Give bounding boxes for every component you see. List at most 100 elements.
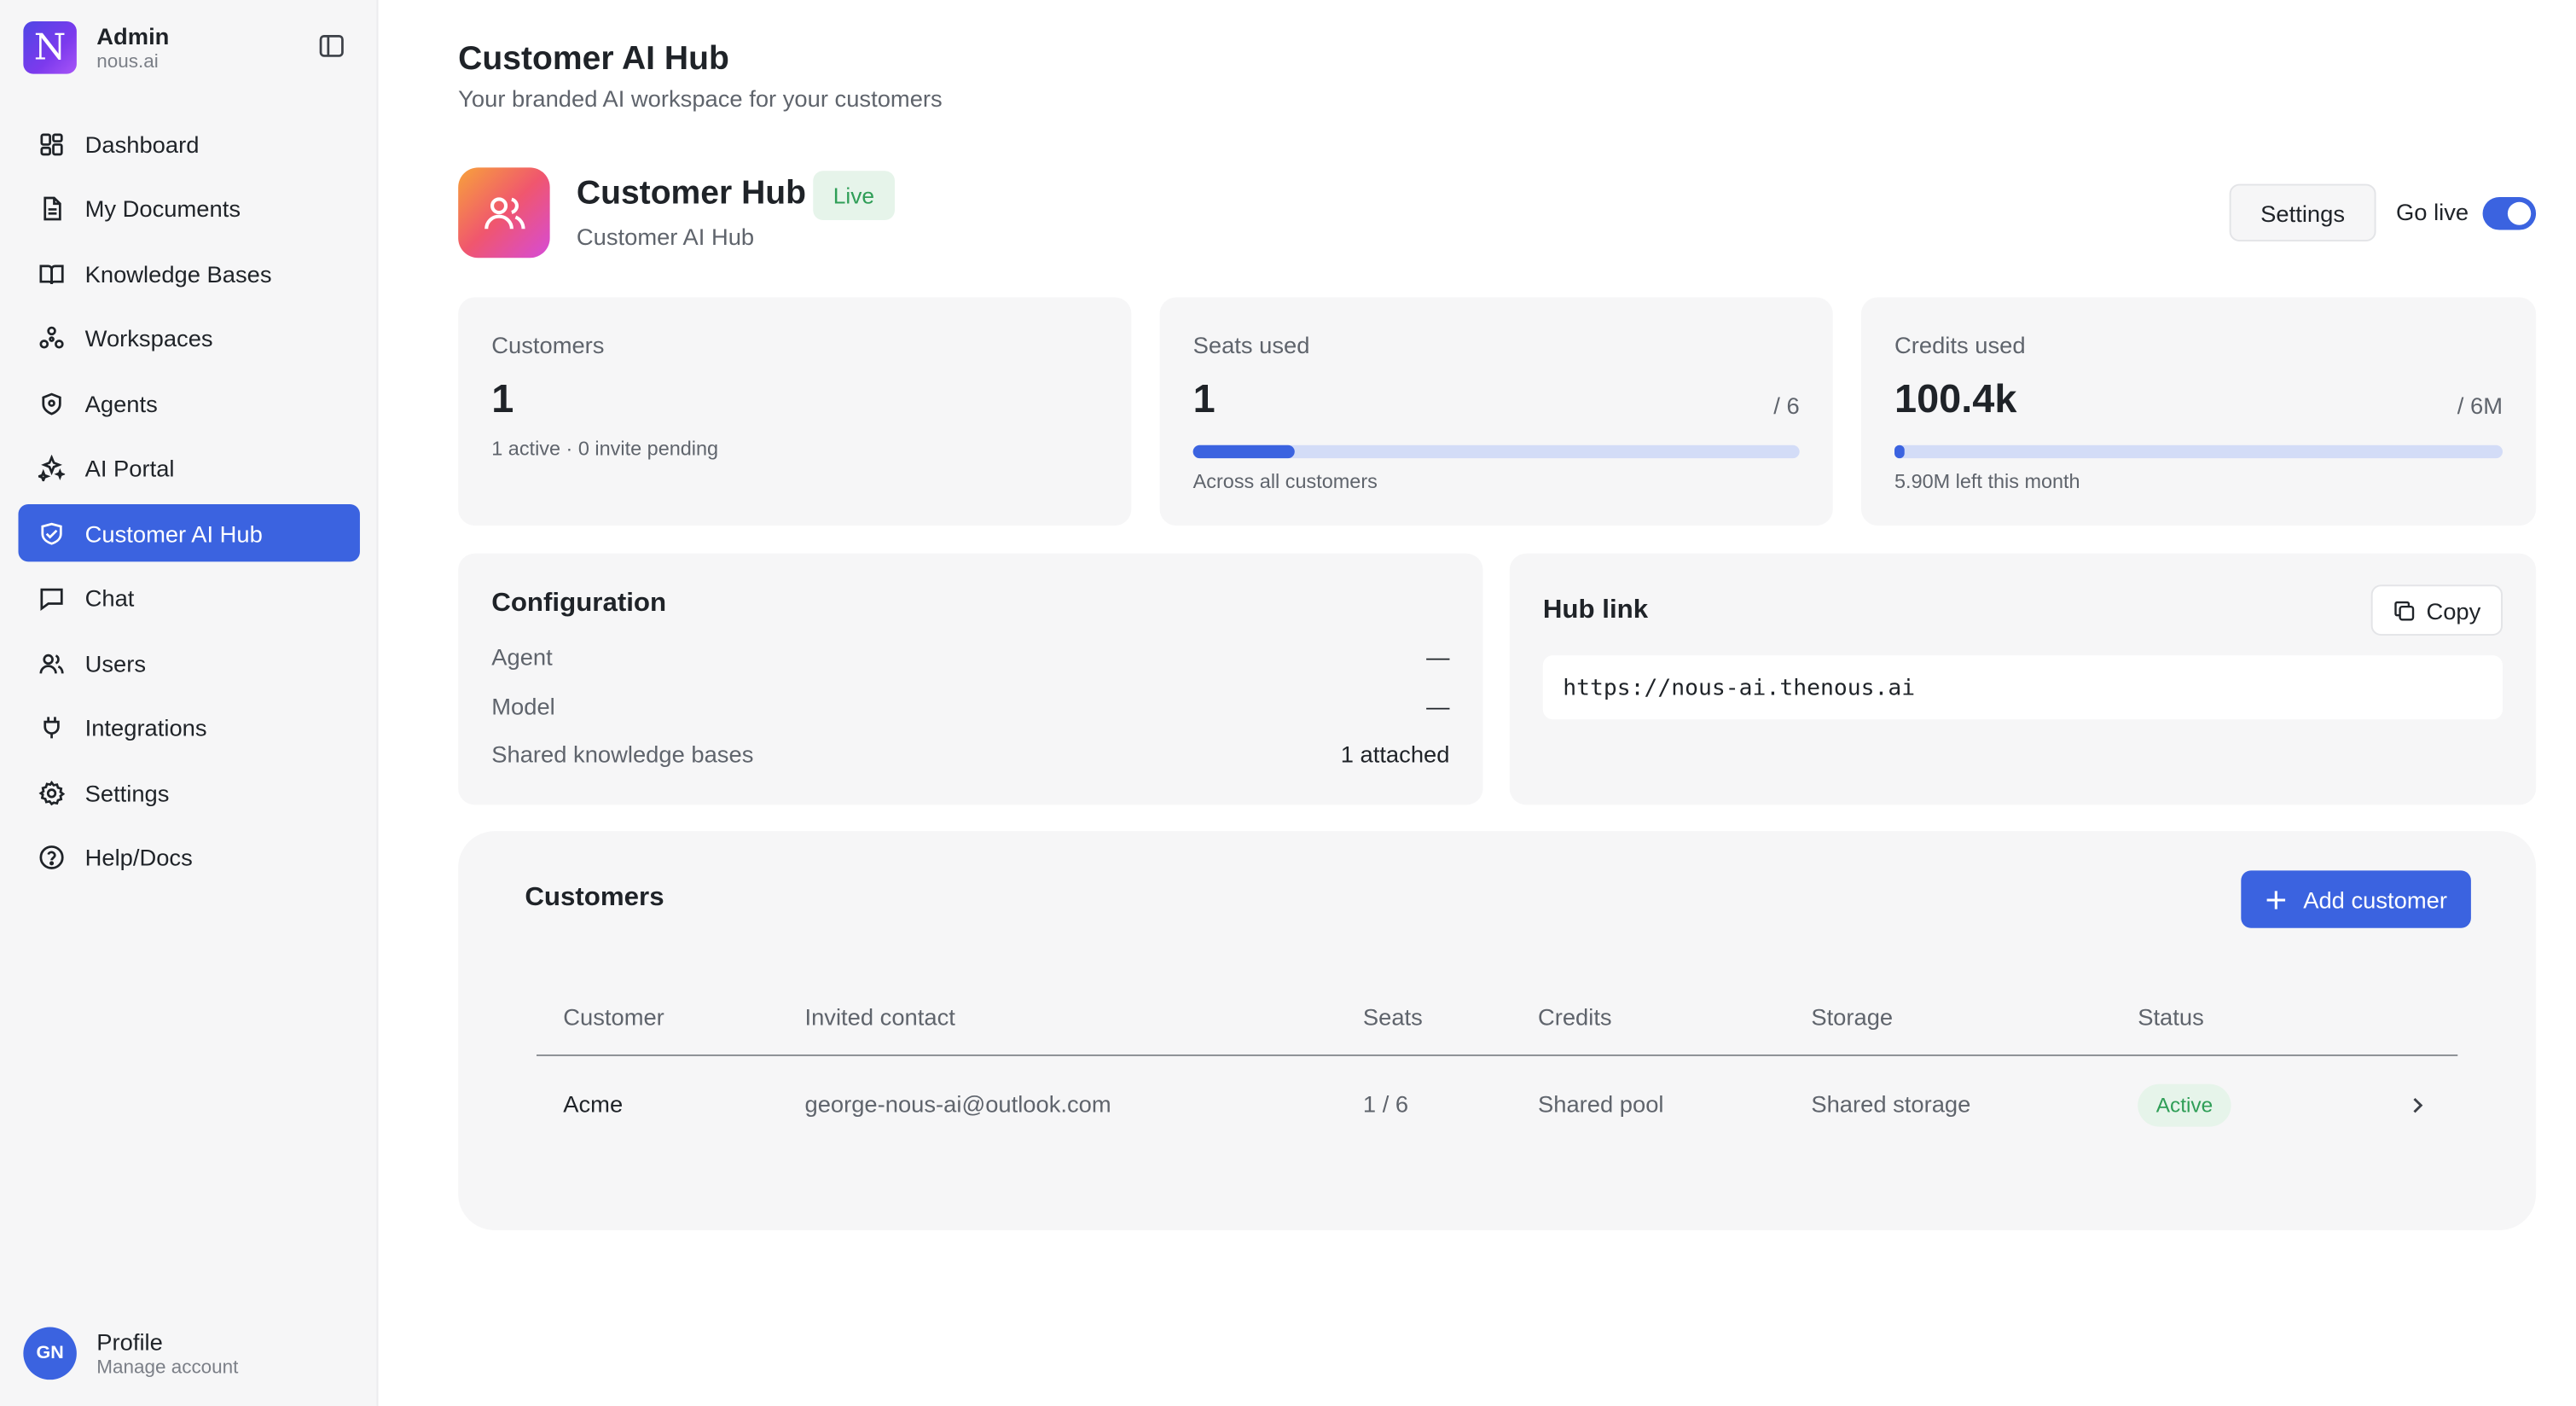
hub-header: Customer Hub Live Customer AI Hub Settin…	[458, 167, 2537, 259]
sidebar-nav: Dashboard My Documents Knowledge Bases W…	[18, 115, 360, 894]
credits-stat-card: Credits used 100.4k / 6M 5.90M left this…	[1860, 297, 2537, 526]
status-badge: Active	[2138, 1084, 2231, 1127]
sidebar-item-label: Dashboard	[84, 131, 200, 157]
cell-contact: george-nous-ai@outlook.com	[804, 1090, 1111, 1118]
copy-label: Copy	[2426, 596, 2481, 624]
seats-stat-card: Seats used 1 / 6 Across all customers	[1159, 297, 1833, 526]
table-header-divider	[536, 1054, 2458, 1056]
brand-subtitle: nous.ai	[96, 52, 159, 73]
agent-icon	[38, 390, 65, 416]
go-live-toggle[interactable]	[2482, 197, 2537, 230]
page-subtitle: Your branded AI workspace for your custo…	[458, 85, 943, 112]
config-value: 1 attached	[1340, 741, 1450, 768]
workspace-switcher[interactable]: N Admin nous.ai	[23, 21, 169, 74]
stat-footer: 1 active · 0 invite pending	[491, 437, 719, 461]
column-header-storage[interactable]: Storage	[1811, 1003, 1893, 1030]
chevron-right-icon[interactable]	[2408, 1094, 2428, 1117]
sidebar-item-label: AI Portal	[84, 455, 175, 482]
dashboard-icon	[38, 131, 65, 157]
sidebar-item-label: Settings	[84, 779, 170, 806]
column-header-credits[interactable]: Credits	[1538, 1003, 1612, 1030]
cell-customer: Acme	[563, 1090, 624, 1118]
hub-subtitle: Customer AI Hub	[576, 223, 755, 250]
sidebar: N Admin nous.ai Dashboard My Documents K	[0, 0, 379, 1406]
sidebar-item-label: Users	[84, 649, 147, 677]
credits-progress-bar	[1894, 444, 2503, 459]
sidebar-item-users[interactable]: Users	[18, 634, 359, 691]
sidebar-item-my-documents[interactable]: My Documents	[18, 180, 359, 237]
config-key: Model	[491, 693, 555, 720]
sidebar-item-help-docs[interactable]: Help/Docs	[18, 828, 359, 886]
column-header-seats[interactable]: Seats	[1363, 1003, 1423, 1030]
sidebar-item-label: Help/Docs	[84, 844, 193, 871]
column-header-customer[interactable]: Customer	[563, 1003, 664, 1030]
stat-denominator: / 6	[1773, 392, 1800, 419]
sidebar-item-workspaces[interactable]: Workspaces	[18, 310, 359, 367]
column-header-invited-contact[interactable]: Invited contact	[804, 1003, 954, 1030]
config-value: —	[1426, 643, 1450, 671]
stat-footer: Across all customers	[1192, 469, 1378, 493]
sidebar-item-label: Integrations	[84, 714, 207, 741]
book-icon	[38, 260, 65, 287]
go-live-label: Go live	[2395, 198, 2469, 225]
live-badge: Live	[813, 171, 895, 220]
customers-card: Customers Add customer Customer Invited …	[458, 831, 2537, 1230]
sidebar-item-label: Knowledge Bases	[84, 260, 272, 287]
profile-title: Profile	[96, 1328, 163, 1356]
credits-progress-fill	[1894, 444, 1906, 459]
sidebar-item-label: Workspaces	[84, 325, 213, 352]
configuration-title: Configuration	[491, 590, 667, 618]
sidebar-item-label: Agents	[84, 390, 158, 417]
configuration-card: Configuration Agent — Model — Shared kno…	[458, 553, 1483, 805]
sidebar-item-ai-portal[interactable]: AI Portal	[18, 439, 359, 497]
users-icon	[38, 649, 65, 676]
brand-title: Admin	[96, 22, 170, 49]
stat-value: 1	[1192, 377, 1215, 422]
cell-credits: Shared pool	[1537, 1090, 1664, 1118]
sidebar-toggle-icon[interactable]	[318, 33, 345, 60]
stat-label: Seats used	[1192, 331, 1310, 358]
copy-button[interactable]: Copy	[2370, 584, 2503, 636]
sidebar-item-customer-ai-hub[interactable]: Customer AI Hub	[18, 504, 360, 562]
stat-denominator: / 6M	[2457, 392, 2503, 419]
plug-icon	[38, 714, 65, 741]
hub-users-icon	[458, 167, 550, 259]
help-icon	[38, 845, 65, 871]
sidebar-item-label: Customer AI Hub	[84, 520, 263, 547]
sidebar-item-integrations[interactable]: Integrations	[18, 699, 359, 756]
config-row-model: Model —	[491, 693, 1449, 726]
page-title: Customer AI Hub	[458, 41, 729, 78]
column-header-status[interactable]: Status	[2138, 1003, 2204, 1030]
workspaces-icon	[38, 325, 65, 352]
stat-label: Credits used	[1894, 331, 2026, 358]
customers-title: Customers	[525, 883, 664, 912]
gear-icon	[38, 780, 66, 806]
stat-value: 1	[491, 377, 514, 422]
add-customer-button[interactable]: Add customer	[2241, 870, 2471, 928]
hub-name: Customer Hub	[576, 175, 807, 212]
settings-button[interactable]: Settings	[2229, 183, 2376, 242]
hub-link-card: Hub link Copy https://nous-ai.thenous.ai	[1509, 553, 2537, 805]
cell-seats: 1 / 6	[1362, 1090, 1409, 1118]
sidebar-item-dashboard[interactable]: Dashboard	[18, 115, 359, 172]
customers-stat-card: Customers 1 1 active · 0 invite pending	[458, 297, 1132, 526]
sidebar-item-label: My Documents	[84, 195, 241, 222]
sidebar-item-settings[interactable]: Settings	[18, 764, 359, 821]
sidebar-item-agents[interactable]: Agents	[18, 375, 359, 432]
hub-link-title: Hub link	[1542, 596, 1649, 625]
chat-icon	[38, 584, 65, 611]
profile-subtitle: Manage account	[96, 1358, 239, 1379]
hub-url-field[interactable]: https://nous-ai.thenous.ai	[1542, 655, 2503, 720]
handshake-icon	[38, 520, 65, 546]
sidebar-item-chat[interactable]: Chat	[18, 569, 359, 626]
plus-icon	[2267, 890, 2286, 909]
sidebar-item-label: Chat	[84, 584, 135, 612]
stat-label: Customers	[491, 331, 605, 358]
profile-menu[interactable]: GN Profile Manage account	[23, 1327, 239, 1380]
seats-progress-fill	[1192, 444, 1295, 459]
sidebar-item-knowledge-bases[interactable]: Knowledge Bases	[18, 245, 359, 302]
sparkles-icon	[38, 455, 66, 482]
document-icon	[38, 195, 65, 222]
config-key: Shared knowledge bases	[491, 741, 754, 768]
stat-footer: 5.90M left this month	[1894, 469, 2080, 493]
